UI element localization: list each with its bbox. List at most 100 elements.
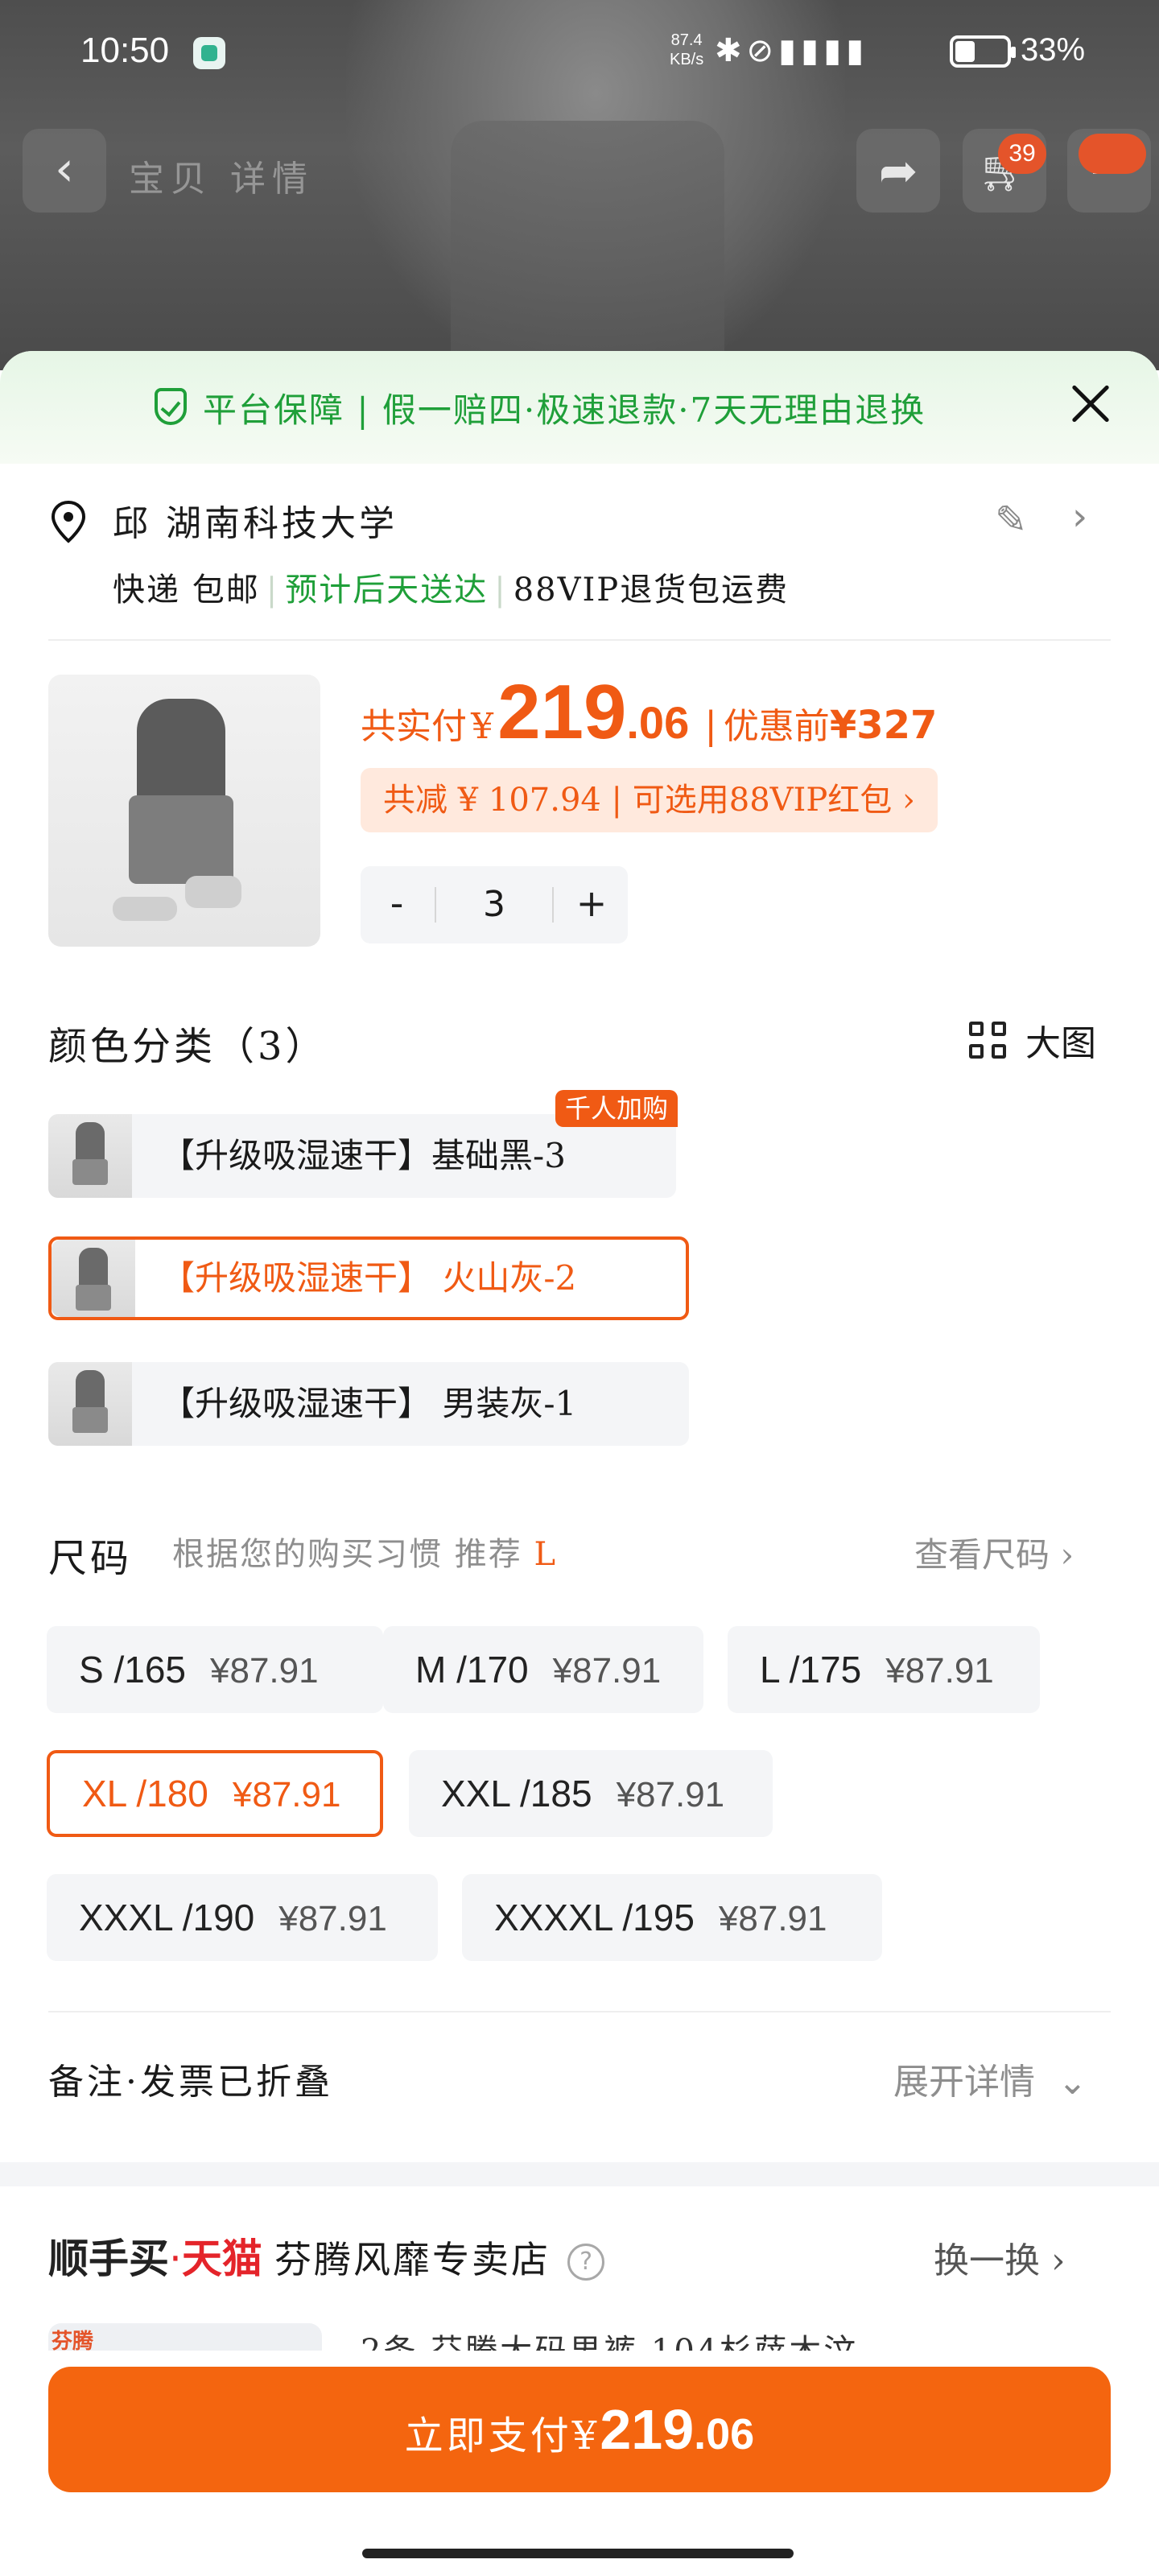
- store-name[interactable]: 芬腾风靡专卖店: [274, 2238, 551, 2281]
- size-option[interactable]: L /175 ¥87.91: [728, 1626, 1040, 1713]
- divider: |: [494, 572, 507, 609]
- backdrop-model-torso: [451, 121, 724, 370]
- divider: [552, 887, 554, 923]
- pay-decimal: .06: [694, 2410, 755, 2458]
- size-label: XL /180: [82, 1773, 208, 1814]
- size-price: ¥87.91: [616, 1775, 725, 1814]
- original-label: 优惠前: [723, 706, 830, 747]
- recommended-size: L: [534, 1536, 557, 1573]
- bottom-bar: 立即支付¥219.06: [0, 2351, 1159, 2576]
- quantity-value[interactable]: 3: [433, 866, 555, 943]
- pay-now-button[interactable]: 立即支付¥219.06: [48, 2367, 1111, 2492]
- shipping-info: 快递 包邮 | 预计后天送达 | 88VIP退货包运费: [113, 564, 789, 610]
- address-text[interactable]: 邱 湖南科技大学: [113, 494, 398, 546]
- battery-percent: 33%: [1021, 32, 1086, 68]
- color-option-label: 【升级吸湿速干】基础黑-3: [161, 1136, 566, 1175]
- original-price: ¥327: [829, 703, 938, 748]
- edit-icon[interactable]: ✎: [995, 497, 1027, 543]
- big-image-label: 大图: [1025, 1023, 1096, 1064]
- back-button[interactable]: ‹: [23, 129, 106, 213]
- expand-details-button[interactable]: 展开详情 ⌄: [893, 2053, 1087, 2104]
- network-speed-unit: KB/s: [670, 51, 704, 68]
- signal-5g-icon: ▮▮: [823, 32, 869, 69]
- size-option[interactable]: M /170 ¥87.91: [383, 1626, 703, 1713]
- size-guide-link[interactable]: 查看尺码 ›: [914, 1528, 1074, 1577]
- chevron-right-icon[interactable]: ›: [1072, 494, 1087, 539]
- size-label: L /175: [760, 1649, 862, 1690]
- battery-icon: [950, 35, 1016, 68]
- share-button[interactable]: ➦: [856, 129, 940, 213]
- pay-label: 立即支付: [404, 2413, 572, 2458]
- pay-currency: ¥: [571, 2413, 600, 2458]
- brand-tmall: 天猫: [181, 2235, 262, 2282]
- pay-integer: 219: [600, 2398, 695, 2461]
- network-speed-value: 87.4: [670, 31, 703, 49]
- size-option[interactable]: XXXXL /195 ¥87.91: [462, 1874, 882, 1961]
- size-recommendation: 根据您的购买习惯 推荐 L: [172, 1528, 557, 1575]
- color-thumbnail: [48, 1362, 132, 1446]
- hot-tag-badge: 千人加购: [555, 1090, 678, 1127]
- discount-pill[interactable]: 共减 ¥ 107.94 | 可选用88VIP红包 ›: [361, 768, 938, 832]
- chevron-down-icon: ⌄: [1058, 2062, 1087, 2103]
- size-price: ¥87.91: [232, 1775, 341, 1814]
- divider: |: [266, 572, 279, 609]
- purchase-sheet: 平台保障 | 假一赔四·极速退款·7天无理由退换 邱 湖南科技大学 ✎ › 快递…: [0, 351, 1159, 2576]
- total-price: 共实付 ¥ 219.06 | 优惠前¥327: [361, 668, 937, 757]
- swap-store-button[interactable]: 换一换 ›: [934, 2231, 1066, 2283]
- network-speed: 87.4 KB/s: [670, 31, 703, 69]
- mute-icon: ⊘: [746, 32, 779, 69]
- size-price: ¥87.91: [885, 1651, 994, 1690]
- app-notification-icon: [193, 37, 225, 69]
- close-button[interactable]: [1062, 375, 1119, 431]
- status-icons: ✱⊘▮▮▮▮: [715, 32, 868, 69]
- size-price: ¥87.91: [210, 1651, 319, 1690]
- location-pin-icon: [51, 500, 86, 543]
- share-icon: ➦: [878, 143, 918, 198]
- price-currency: ¥: [471, 706, 494, 747]
- section-gap: [0, 2162, 1159, 2186]
- divider: [48, 2011, 1111, 2013]
- vip-return-note: 88VIP退货包运费: [513, 572, 790, 609]
- store-row: 顺手买·天猫 芬腾风靡专卖店 ?: [48, 2227, 605, 2285]
- notes-invoice-label: 备注·发票已折叠: [48, 2062, 333, 2103]
- quantity-stepper: - 3 +: [361, 866, 628, 943]
- decrease-button[interactable]: -: [361, 866, 433, 943]
- color-thumbnail: [52, 1240, 135, 1317]
- color-option[interactable]: 【升级吸湿速干】基础黑-3 千人加购: [48, 1090, 678, 1198]
- price-decimal: .06: [626, 697, 690, 748]
- size-label: XXXL /190: [79, 1897, 255, 1938]
- delivery-method: 快递 包邮: [113, 572, 260, 609]
- bluetooth-icon: ✱: [715, 32, 747, 69]
- size-option[interactable]: S /165 ¥87.91: [47, 1626, 383, 1713]
- increase-button[interactable]: +: [555, 866, 628, 943]
- big-image-toggle[interactable]: 大图: [969, 1014, 1096, 1066]
- color-option-selected[interactable]: 【升级吸湿速干】 火山灰-2: [48, 1236, 689, 1320]
- grid-icon: [969, 1022, 1011, 1063]
- size-label: XXXXL /195: [494, 1897, 695, 1938]
- size-label: S /165: [79, 1649, 186, 1690]
- size-price: ¥87.91: [718, 1899, 827, 1938]
- product-tabs[interactable]: 宝贝 详情: [129, 150, 314, 201]
- expand-label: 展开详情: [893, 2062, 1035, 2103]
- size-option-selected[interactable]: XL /180 ¥87.91: [47, 1750, 383, 1837]
- size-price: ¥87.91: [552, 1651, 662, 1690]
- color-thumbnail: [48, 1114, 132, 1198]
- color-option-label: 【升级吸湿速干】 男装灰-1: [161, 1384, 577, 1423]
- brand-dot: ·: [169, 2235, 182, 2282]
- guarantee-text: 平台保障 | 假一赔四·极速退款·7天无理由退换: [203, 390, 926, 430]
- color-option[interactable]: 【升级吸湿速干】 男装灰-1: [48, 1362, 689, 1446]
- size-label: M /170: [415, 1649, 529, 1690]
- help-icon[interactable]: ?: [567, 2244, 605, 2281]
- product-thumbnail[interactable]: [48, 675, 320, 947]
- price-integer: 219: [497, 669, 627, 755]
- cart-count-badge: 39: [998, 134, 1046, 174]
- home-indicator[interactable]: [362, 2549, 794, 2558]
- size-option[interactable]: XXL /185 ¥87.91: [409, 1750, 773, 1837]
- signal-5g-icon: ▮▮: [778, 32, 824, 69]
- delivery-eta: 预计后天送达: [285, 572, 489, 609]
- divider: [48, 639, 1111, 641]
- price-label: 共实付: [361, 706, 467, 747]
- size-label: XXL /185: [441, 1773, 592, 1814]
- size-option[interactable]: XXXL /190 ¥87.91: [47, 1874, 438, 1961]
- chevron-left-icon: ‹: [55, 141, 74, 197]
